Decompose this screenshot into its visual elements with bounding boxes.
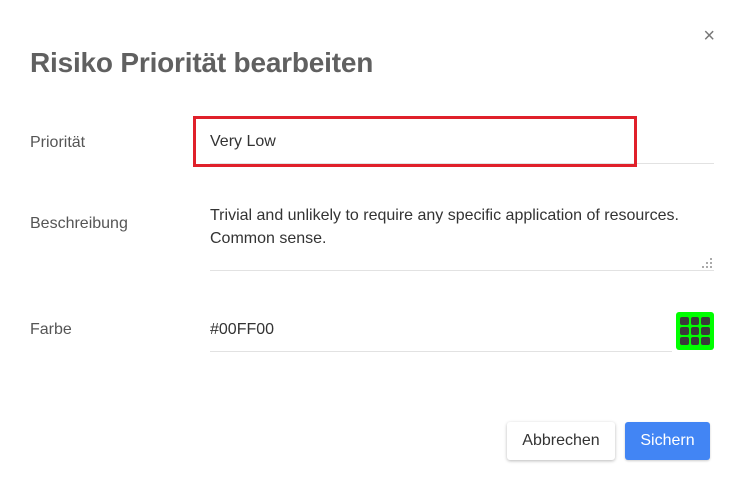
color-value: #00FF00 (210, 321, 275, 338)
priority-highlight-box (193, 116, 637, 167)
priority-label: Priorität (30, 134, 86, 151)
description-value: Trivial and unlikely to require any spec… (210, 207, 679, 247)
description-label: Beschreibung (30, 215, 128, 232)
color-label: Farbe (30, 321, 72, 338)
resize-handle-icon[interactable] (702, 258, 712, 268)
cancel-button[interactable]: Abbrechen (507, 422, 615, 460)
color-input[interactable]: #00FF00 (210, 310, 672, 352)
edit-risk-priority-dialog: × Risiko Priorität bearbeiten Priorität … (0, 0, 745, 479)
close-icon[interactable]: × (703, 26, 715, 46)
description-textarea[interactable]: Trivial and unlikely to require any spec… (210, 202, 714, 271)
dialog-title: Risiko Priorität bearbeiten (30, 47, 374, 78)
color-palette-grid-icon[interactable] (676, 312, 714, 350)
save-button[interactable]: Sichern (625, 422, 710, 460)
